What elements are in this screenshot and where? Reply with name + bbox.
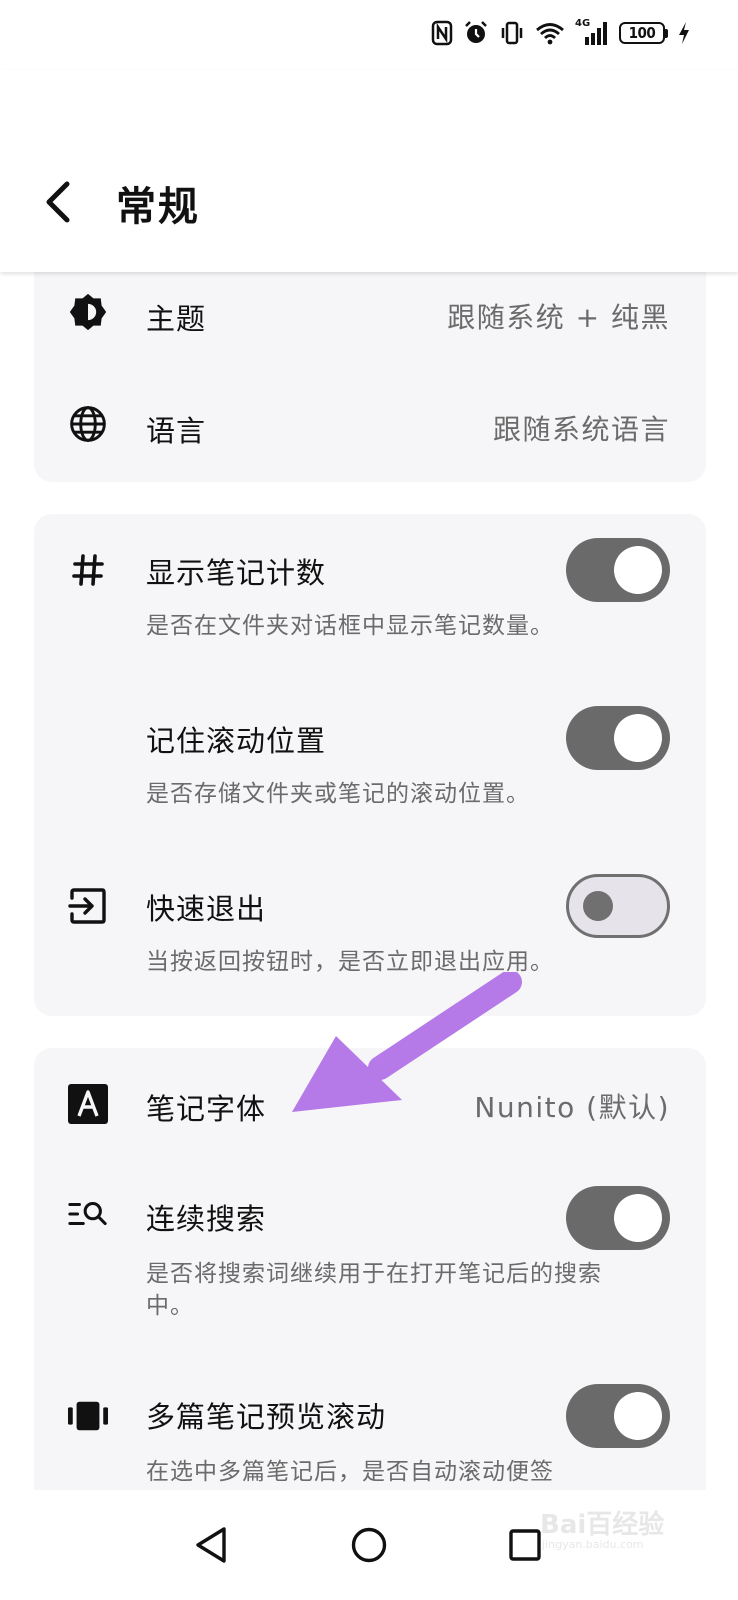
show-note-count-desc: 是否在文件夹对话框中显示笔记数量。	[146, 613, 554, 639]
battery-tip	[665, 28, 668, 38]
exit-icon	[68, 886, 108, 926]
theme-contrast-icon	[68, 292, 108, 332]
back-button[interactable]	[36, 180, 80, 224]
continuous-search-row[interactable]: 连续搜索 是否将搜索词继续用于在打开笔记后的搜索中。	[34, 1160, 706, 1350]
battery-indicator: 100	[619, 22, 668, 44]
hashtag-icon	[68, 550, 108, 590]
multi-preview-scroll-toggle[interactable]	[566, 1384, 670, 1448]
remember-scroll-label: 记住滚动位置	[146, 724, 327, 758]
toggle-knob	[614, 714, 662, 762]
quick-exit-toggle[interactable]	[566, 874, 670, 938]
square-recents-icon	[509, 1529, 541, 1561]
baidu-watermark: Bai百经验 jingyan.baidu.com	[540, 1500, 700, 1560]
chevron-left-icon	[46, 181, 70, 223]
continuous-search-toggle[interactable]	[566, 1186, 670, 1250]
theme-value: 跟随系统 + 纯黑	[447, 301, 670, 334]
wifi-icon	[535, 21, 565, 45]
show-note-count-row[interactable]: 显示笔记计数 是否在文件夹对话框中显示笔记数量。	[34, 514, 706, 664]
carousel-icon	[68, 1396, 108, 1436]
triangle-back-icon	[196, 1527, 226, 1563]
app-header: 常规	[0, 70, 738, 272]
page-title: 常规	[116, 184, 200, 230]
remember-scroll-desc: 是否存储文件夹或笔记的滚动位置。	[146, 781, 530, 807]
nav-home-button[interactable]	[344, 1520, 394, 1570]
folder-options-card: 显示笔记计数 是否在文件夹对话框中显示笔记数量。 记住滚动位置 是否存储文件夹或…	[34, 514, 706, 1016]
battery-level: 100	[619, 22, 665, 44]
cellular-signal-icon: 4G	[575, 18, 609, 46]
annotation-arrow	[292, 972, 522, 1112]
vibrate-icon	[499, 20, 525, 46]
settings-list[interactable]: 主题 跟随系统 + 纯黑 语言 跟随系统语言 显示笔记计数 是否在文件夹对话框中…	[0, 272, 738, 1522]
language-value: 跟随系统语言	[492, 413, 670, 446]
remember-scroll-toggle[interactable]	[566, 706, 670, 770]
status-bar: 4G 100	[0, 0, 738, 70]
nfc-icon	[431, 20, 453, 46]
quick-exit-label: 快速退出	[146, 892, 267, 926]
toggle-knob	[614, 546, 662, 594]
show-note-count-toggle[interactable]	[566, 538, 670, 602]
continuous-search-label: 连续搜索	[146, 1202, 267, 1236]
watermark-text: Bai百经验	[540, 1510, 665, 1540]
globe-icon	[68, 404, 108, 444]
charging-icon	[678, 21, 690, 45]
continuous-search-desc: 是否将搜索词继续用于在打开笔记后的搜索中。	[146, 1261, 602, 1319]
multi-preview-scroll-label: 多篇笔记预览滚动	[146, 1400, 387, 1434]
search-list-icon	[68, 1194, 108, 1234]
show-note-count-label: 显示笔记计数	[146, 556, 327, 590]
theme-label: 主题	[146, 302, 207, 336]
watermark-sub: jingyan.baidu.com	[542, 1538, 644, 1551]
multi-preview-scroll-desc: 在选中多篇笔记后，是否自动滚动便签	[146, 1459, 554, 1485]
appearance-card: 主题 跟随系统 + 纯黑 语言 跟随系统语言	[34, 272, 706, 482]
toggle-knob	[614, 1194, 662, 1242]
circle-home-icon	[351, 1527, 387, 1563]
remember-scroll-row[interactable]: 记住滚动位置 是否存储文件夹或笔记的滚动位置。	[34, 682, 706, 832]
toggle-knob	[614, 1392, 662, 1440]
language-setting-row[interactable]: 语言 跟随系统语言	[34, 382, 706, 468]
alarm-icon	[463, 20, 489, 46]
language-label: 语言	[146, 414, 207, 448]
nav-back-button[interactable]	[186, 1520, 236, 1570]
status-icons: 4G 100	[431, 18, 690, 46]
theme-setting-row[interactable]: 主题 跟随系统 + 纯黑	[34, 272, 706, 358]
toggle-knob	[583, 891, 613, 921]
